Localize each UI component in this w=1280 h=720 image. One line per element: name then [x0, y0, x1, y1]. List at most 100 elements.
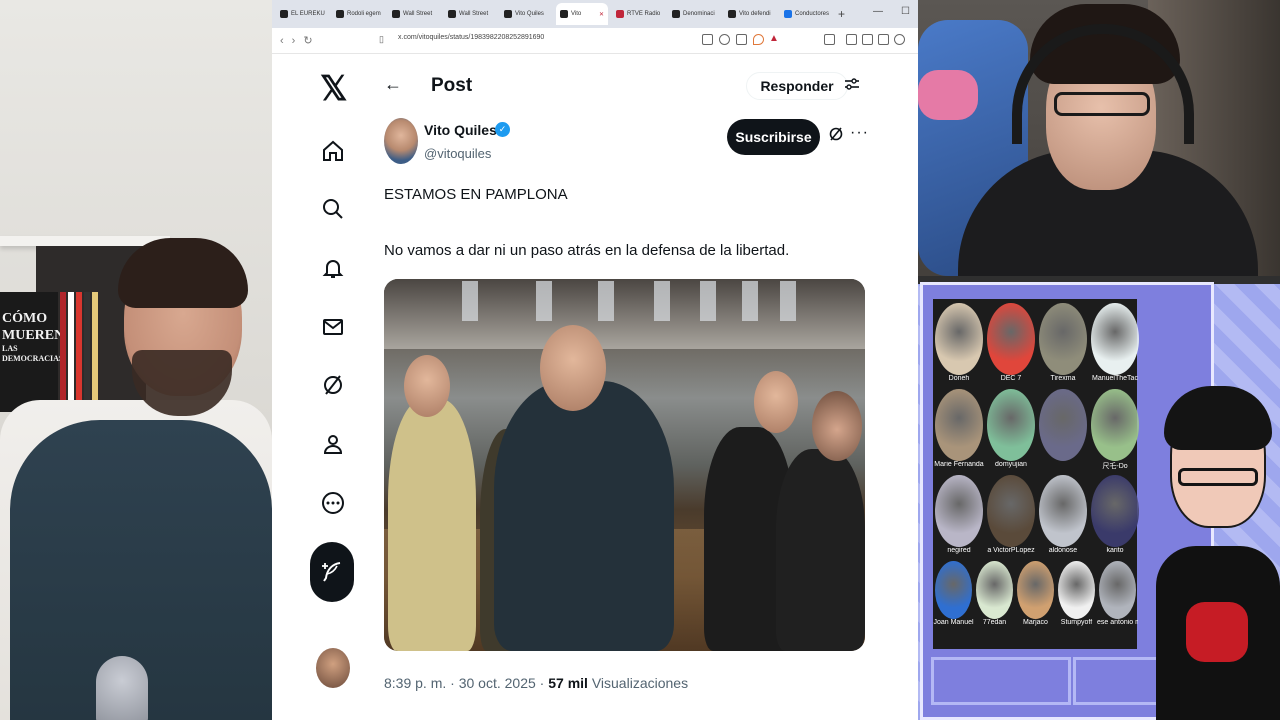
supporter-avatar	[1091, 475, 1139, 547]
supporter-avatar-cell: ese antonio martin	[1097, 561, 1138, 626]
install-icon[interactable]	[702, 34, 713, 45]
sidebar-toggle-icon[interactable]	[824, 34, 835, 45]
meta-separator: ·	[539, 675, 545, 691]
supporter-avatar	[1099, 561, 1136, 619]
video-window	[654, 281, 670, 321]
mail-icon[interactable]	[320, 314, 346, 340]
browser-tab[interactable]: Rodoli egem	[332, 3, 384, 25]
more-circle-icon[interactable]	[320, 490, 346, 516]
supporter-avatar	[1039, 389, 1087, 461]
supporter-name: aldonose	[1048, 547, 1078, 554]
author-name[interactable]: Vito Quiles	[424, 122, 497, 138]
supporter-name: Marie Fernanda	[934, 461, 984, 468]
video-person	[388, 399, 476, 651]
url-field[interactable]: x.com/vitoquiles/status/1983982208252891…	[398, 34, 544, 41]
browser-tab[interactable]: Wall Street	[388, 3, 440, 25]
post-date[interactable]: 30 oct. 2025	[459, 675, 536, 691]
back-arrow-icon[interactable]: ←	[384, 74, 402, 95]
supporter-avatar-cell: karito	[1089, 475, 1141, 554]
browser-tab[interactable]: EL EUREKU	[276, 3, 328, 25]
panel-footer	[931, 657, 1071, 705]
home-icon[interactable]	[320, 138, 346, 164]
search-icon[interactable]	[320, 196, 346, 222]
playlist-icon[interactable]	[846, 34, 857, 45]
streamer-hair	[118, 238, 248, 308]
browser-tab[interactable]: Vito Quiles	[500, 3, 552, 25]
browser-tab-active[interactable]: Vito ✕	[556, 3, 608, 25]
video-window	[700, 281, 716, 321]
forward-nav-icon[interactable]: ›	[292, 35, 296, 47]
supporter-name: karito	[1106, 547, 1124, 554]
profile-icon[interactable]	[894, 34, 905, 45]
bell-icon[interactable]	[320, 255, 346, 281]
share-icon[interactable]	[736, 34, 747, 45]
tab-close-icon[interactable]: ✕	[599, 11, 604, 18]
subscribe-button[interactable]: Suscribirse	[727, 119, 820, 155]
tab-label: Vito	[571, 11, 582, 17]
tab-label: Rodoli egem	[347, 11, 381, 17]
author-avatar[interactable]	[384, 118, 418, 164]
video-person-head	[754, 371, 798, 433]
tab-search-icon[interactable]: ▯	[379, 34, 384, 45]
author-handle[interactable]: @vitoquiles	[424, 146, 491, 161]
favicon-icon	[336, 10, 344, 18]
x-logo[interactable]: 𝕏	[320, 72, 347, 106]
books: CÓMO MUEREN LAS DEMOCRACIAS	[0, 292, 100, 412]
video-window	[462, 281, 478, 321]
reload-icon[interactable]: ↻	[303, 34, 312, 47]
browser-tab[interactable]: Wall Street	[444, 3, 496, 25]
book-spine	[68, 292, 74, 410]
rewards-icon[interactable]: ▲	[769, 33, 779, 44]
maximize-icon[interactable]: ☐	[901, 6, 910, 17]
back-nav-icon[interactable]: ‹	[280, 35, 284, 47]
video-window	[536, 281, 552, 321]
zoom-icon[interactable]	[719, 34, 730, 45]
book-title-line4: DEMOCRACIAS	[2, 354, 64, 363]
supporter-avatar	[1058, 561, 1095, 619]
browser-tab[interactable]: Vito defendi	[724, 3, 776, 25]
adjust-icon[interactable]	[844, 76, 860, 97]
reply-button[interactable]: Responder	[746, 72, 848, 100]
supporter-avatar	[935, 561, 972, 619]
tab-label: Wall Street	[403, 11, 433, 17]
book-spine	[76, 292, 82, 410]
video-person	[776, 449, 865, 651]
profile-icon[interactable]	[320, 431, 346, 457]
supporter-avatar-cell: Marie Fernanda	[933, 389, 985, 468]
supporter-avatar-cell: domyujian	[985, 389, 1037, 468]
supporter-avatar-cell: Tirexma	[1037, 303, 1089, 382]
video-window	[780, 281, 796, 321]
tab-label: Vito Quiles	[515, 11, 544, 17]
supporter-name: Marjaco	[1023, 619, 1048, 626]
post-time[interactable]: 8:39 p. m.	[384, 675, 446, 691]
supporter-avatar	[987, 389, 1035, 461]
post-text-line: ESTAMOS EN PAMPLONA	[384, 186, 568, 203]
supporter-name: Tirexma	[1050, 375, 1076, 382]
stream-layout: CÓMO MUEREN LAS DEMOCRACIAS EL EUREKU Ro…	[0, 0, 1280, 720]
extensions-icon[interactable]	[862, 34, 873, 45]
grok-icon[interactable]	[828, 126, 844, 147]
compose-post-button[interactable]	[310, 542, 354, 602]
book-spine	[84, 292, 90, 410]
minimize-icon[interactable]: —	[873, 6, 883, 17]
browser-tab[interactable]: Conductores	[780, 3, 832, 25]
browser-tab[interactable]: RTVE Radio	[612, 3, 664, 25]
favicon-icon	[672, 10, 680, 18]
browser-tab[interactable]: Denominaci	[668, 3, 720, 25]
account-avatar[interactable]	[316, 648, 350, 688]
supporter-name: Joan Manuel	[933, 619, 974, 626]
right-webcam-feed	[918, 0, 1280, 276]
post-video[interactable]	[384, 279, 865, 651]
brave-icon[interactable]	[753, 34, 764, 45]
mascot-shirt-print	[1186, 602, 1248, 662]
grok-icon[interactable]	[320, 372, 346, 398]
left-webcam-feed: CÓMO MUEREN LAS DEMOCRACIAS	[0, 0, 272, 720]
book-spine	[60, 292, 66, 410]
wallet-icon[interactable]	[878, 34, 889, 45]
supporter-avatar-cell: Joan Manuel	[933, 561, 974, 626]
book-title-line3: LAS	[2, 344, 18, 353]
more-options-icon[interactable]: ···	[850, 124, 869, 142]
new-tab-button[interactable]: +	[838, 7, 845, 21]
video-window	[742, 281, 758, 321]
favicon-icon	[280, 10, 288, 18]
